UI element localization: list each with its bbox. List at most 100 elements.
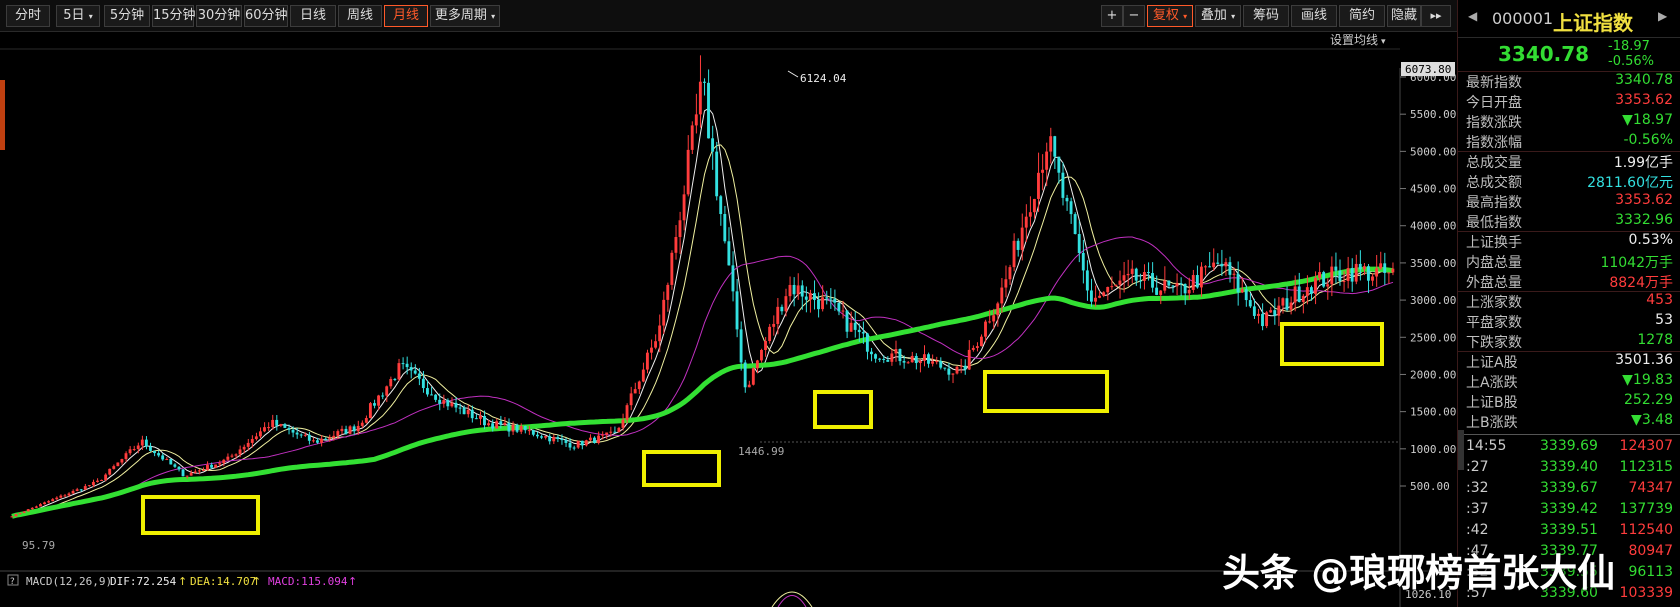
candle-body: [548, 436, 552, 442]
candle-body: [120, 459, 124, 463]
zoom-in-button[interactable]: +: [1101, 5, 1123, 27]
candle-body: [1285, 298, 1289, 310]
zoom-out-button[interactable]: −: [1123, 5, 1145, 27]
candle-body: [144, 439, 148, 447]
candle-body: [556, 437, 560, 439]
candle-body: [1199, 266, 1203, 288]
chips-button[interactable]: 筹码: [1243, 5, 1289, 27]
quote-row-value: 3340.78: [1615, 72, 1673, 88]
hide-button[interactable]: 隐藏: [1387, 5, 1421, 27]
candle-body: [22, 511, 26, 513]
more-arrows-icon[interactable]: ▸▸: [1421, 5, 1451, 27]
period-tab-5day-label: 5日: [63, 8, 85, 23]
candle-body: [1208, 266, 1211, 268]
candle-body: [1155, 287, 1159, 295]
candle-body: [1265, 312, 1269, 327]
candle-body: [34, 506, 38, 508]
period-tab-weekly[interactable]: 周线: [338, 5, 382, 27]
ma-settings-chevron-icon[interactable]: ▾: [1381, 37, 1386, 47]
candle-body: [51, 499, 55, 502]
candle-body: [564, 440, 568, 443]
candle-body: [1061, 172, 1065, 198]
candle-body: [43, 502, 46, 505]
period-tab-monthly[interactable]: 月线: [384, 5, 428, 27]
candle-body: [478, 416, 482, 419]
candle-body: [438, 399, 442, 404]
candle-body: [169, 459, 173, 465]
candle-body: [764, 341, 767, 350]
tick-row: :42 3339.51 112540: [1458, 522, 1680, 542]
period-tab-15min[interactable]: 15分钟: [152, 5, 196, 27]
candle-body: [935, 361, 939, 363]
overlay-label: 叠加: [1200, 8, 1227, 23]
candle-body: [922, 354, 926, 361]
candle-body: [474, 418, 478, 420]
candle-body: [580, 440, 584, 446]
period-tab-fenshi[interactable]: 分时: [6, 5, 50, 27]
candle-body: [287, 427, 291, 430]
prev-arrow-icon[interactable]: ◀: [1468, 9, 1477, 23]
candle-body: [1293, 286, 1297, 303]
quote-row: 内盘总量 11042万手: [1458, 252, 1680, 272]
candle-body: [413, 370, 417, 374]
quote-row-label: 下跌家数: [1466, 335, 1522, 351]
ma-settings-link[interactable]: 设置均线: [1330, 33, 1378, 47]
adjust-button[interactable]: 复权 ▾: [1147, 5, 1193, 27]
candle-body: [1354, 263, 1358, 282]
quote-title: ◀ 000001 上证指数 ▶: [1458, 0, 1680, 38]
quote-row-value: ▼3.48: [1631, 412, 1673, 428]
candle-body: [698, 81, 702, 115]
quote-row: 最高指数 3353.62: [1458, 192, 1680, 212]
candle-body: [609, 431, 613, 433]
candle-body: [1346, 268, 1350, 281]
quote-row-label: 上证A股: [1466, 355, 1518, 371]
candle-body: [185, 475, 189, 477]
candle-body: [959, 365, 963, 367]
candle-body: [161, 455, 165, 460]
overlay-button[interactable]: 叠加 ▾: [1195, 5, 1241, 27]
candle-body: [584, 440, 588, 446]
candle-body: [1309, 287, 1313, 294]
tick-volume: 80947: [1628, 543, 1673, 559]
candle-body: [210, 464, 213, 468]
period-tab-5min[interactable]: 5分钟: [104, 5, 150, 27]
candle-body: [772, 323, 776, 327]
quote-row: 最低指数 3332.96: [1458, 212, 1680, 232]
scrollbar[interactable]: [1458, 430, 1464, 470]
candle-body: [47, 501, 51, 503]
period-tab-30min[interactable]: 30分钟: [196, 5, 242, 27]
quote-row-label: 最新指数: [1466, 75, 1522, 91]
quote-row: 上证B股 252.29: [1458, 392, 1680, 412]
quote-row-value: 3353.62: [1615, 192, 1673, 208]
quote-panel: ◀ 000001 上证指数 ▶ 3340.78 -18.97 -0.56% 最新…: [1457, 0, 1680, 607]
candle-body: [682, 194, 686, 221]
macd-label[interactable]: MACD(12,26,9): [26, 575, 112, 588]
kline-chart[interactable]: 设置均线 ▾ 6000.005500.005000.004500.004000.…: [0, 32, 1456, 607]
candle-body: [201, 469, 205, 471]
candle-body: [703, 81, 706, 83]
period-tab-60min[interactable]: 60分钟: [244, 5, 288, 27]
tick-price: 3339.51: [1540, 522, 1598, 538]
draw-button[interactable]: 画线: [1291, 5, 1337, 27]
candle-body: [1016, 240, 1020, 250]
quote-row: 上B涨跌 ▼3.48: [1458, 412, 1680, 432]
price-change-pct: -0.56%: [1608, 54, 1654, 69]
brief-button[interactable]: 简约: [1339, 5, 1385, 27]
candle-body: [226, 456, 230, 460]
candle-body: [963, 365, 967, 370]
quote-row-label: 上证换手: [1466, 235, 1522, 251]
period-tab-5day[interactable]: 5日 ▾: [56, 5, 100, 27]
candle-body: [336, 431, 340, 436]
quote-row-label: 今日开盘: [1466, 95, 1522, 111]
candle-body: [1094, 297, 1097, 302]
candle-body: [279, 424, 283, 426]
price-change: -18.97: [1608, 39, 1650, 54]
quote-row: 指数涨幅 -0.56%: [1458, 132, 1680, 152]
candle-body: [955, 366, 959, 374]
next-arrow-icon[interactable]: ▶: [1658, 9, 1667, 23]
candle-body: [686, 149, 690, 195]
period-tab-more[interactable]: 更多周期 ▾: [430, 5, 500, 27]
period-tab-daily[interactable]: 日线: [290, 5, 336, 27]
chart-left-marker: [0, 80, 5, 150]
candle-body: [401, 363, 405, 365]
